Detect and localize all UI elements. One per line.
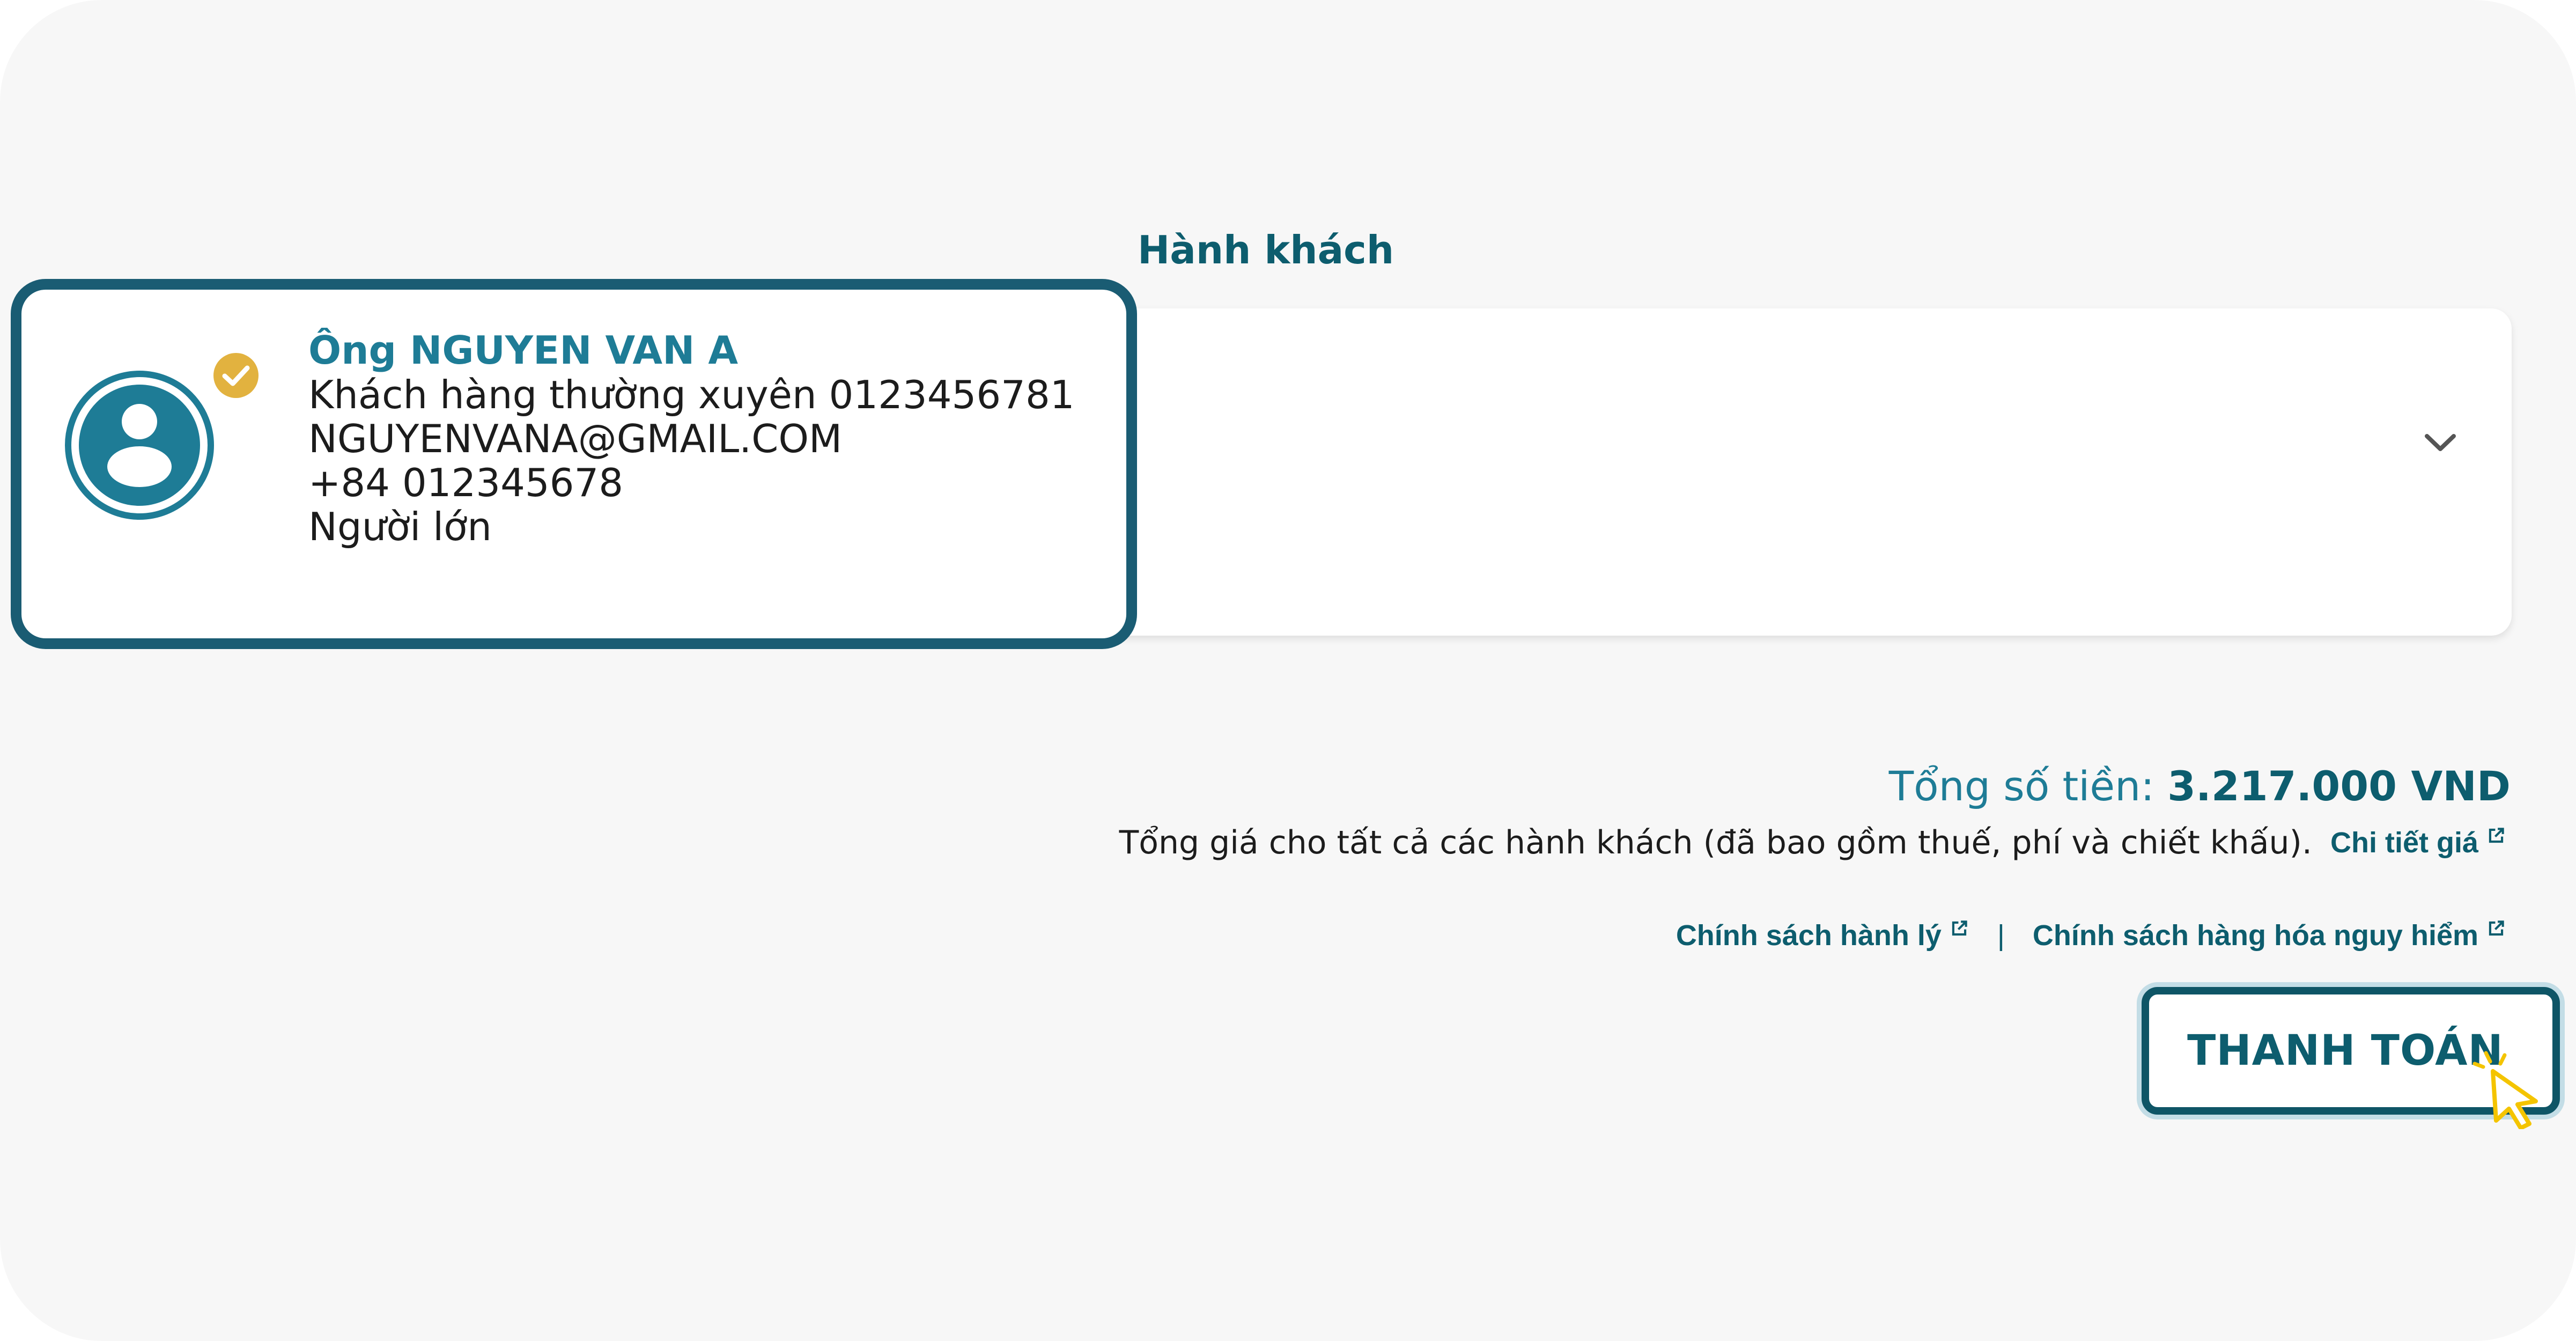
pointer-cursor-icon — [2472, 1051, 2538, 1129]
passenger-type: Người lớn — [308, 504, 492, 549]
total-note-row: Tổng giá cho tất cả các hành khách (đã b… — [1119, 823, 2506, 862]
chevron-down-icon[interactable] — [2422, 426, 2459, 459]
link-separator: | — [1997, 919, 2005, 952]
passenger-panel[interactable] — [1078, 308, 2512, 636]
price-detail-link[interactable]: Chi tiết giá — [2330, 826, 2506, 860]
total-amount: Tổng số tiền: 3.217.000 VND — [1889, 762, 2511, 811]
passenger-member-line: Khách hàng thường xuyên 0123456781 — [308, 372, 1075, 417]
dangerous-goods-policy-link[interactable]: Chính sách hàng hóa nguy hiểm — [2033, 918, 2506, 953]
total-label: Tổng số tiền: — [1888, 762, 2168, 810]
check-circle-icon — [213, 353, 259, 398]
checkout-button-label: THANH TOÁN — [2187, 1027, 2504, 1075]
user-avatar-icon — [65, 371, 214, 520]
policy-links: Chính sách hành lý | Chính sách hàng hóa… — [1676, 918, 2506, 953]
external-link-icon — [2489, 920, 2504, 936]
price-detail-label: Chi tiết giá — [2330, 826, 2478, 859]
total-note: Tổng giá cho tất cả các hành khách (đã b… — [1119, 824, 2312, 861]
passenger-phone: +84 012345678 — [308, 460, 624, 505]
external-link-icon — [1952, 920, 1967, 936]
external-link-icon — [2489, 827, 2504, 843]
section-title: Hành khách — [1138, 227, 1394, 272]
baggage-policy-label: Chính sách hành lý — [1675, 919, 1942, 952]
page-frame: Hành khách Ông NGUYEN VAN A Khách hàng t… — [0, 0, 2576, 1341]
passenger-name: Ông NGUYEN VAN A — [308, 328, 739, 373]
total-value: 3.217.000 VND — [2167, 762, 2511, 810]
passenger-email: NGUYENVANA@GMAIL.COM — [308, 416, 843, 461]
baggage-policy-link[interactable]: Chính sách hành lý — [1676, 918, 1969, 953]
dangerous-goods-policy-label: Chính sách hàng hóa nguy hiểm — [2032, 919, 2478, 952]
